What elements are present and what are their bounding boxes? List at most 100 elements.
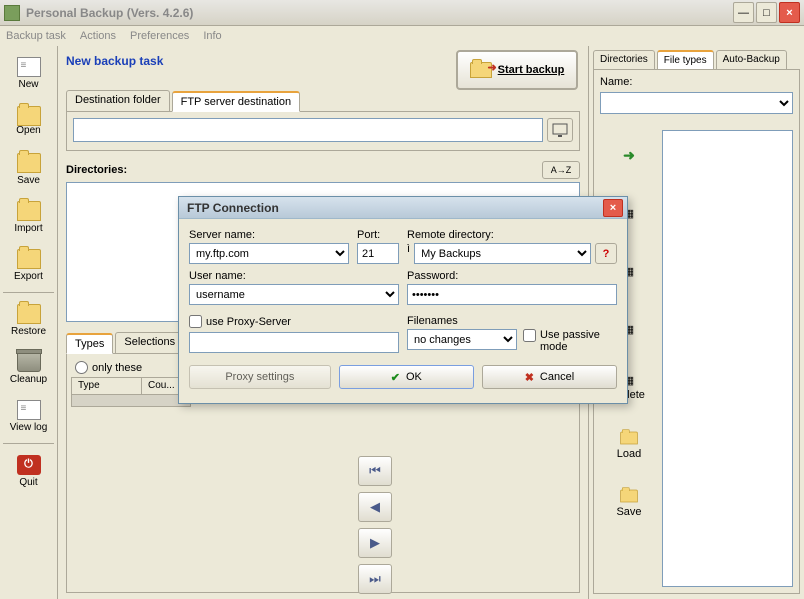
tab-ftp-destination[interactable]: FTP server destination	[172, 91, 300, 112]
right-list[interactable]	[662, 130, 793, 587]
filenames-select[interactable]: no changes	[407, 329, 517, 350]
close-button[interactable]: ×	[779, 2, 800, 23]
first-button[interactable]: ⏮	[358, 456, 392, 486]
table-row[interactable]	[71, 395, 191, 407]
open-button[interactable]: ▼ Open	[7, 98, 51, 144]
cleanup-button[interactable]: Cleanup	[7, 345, 51, 391]
dialog-close-button[interactable]: ×	[603, 199, 623, 217]
app-icon	[4, 5, 20, 21]
menu-backup-task[interactable]: Backup task	[6, 30, 66, 42]
remote-select[interactable]: My Backups	[414, 243, 591, 264]
right-save-button[interactable]: Save	[605, 478, 653, 528]
server-label: Server name:	[189, 229, 349, 241]
export-icon	[17, 249, 41, 269]
sort-az-button[interactable]: A→Z	[542, 161, 580, 179]
viewlog-icon	[17, 400, 41, 420]
start-backup-label: Start backup	[498, 64, 565, 76]
save-label: Save	[17, 175, 40, 186]
window-title: Personal Backup (Vers. 4.2.6)	[26, 6, 733, 20]
quit-icon: ⏻	[17, 455, 41, 475]
right-name-label: Name:	[600, 76, 793, 88]
password-input[interactable]	[407, 284, 617, 305]
proxy-input[interactable]	[189, 332, 399, 353]
cancel-label: Cancel	[540, 371, 574, 383]
x-icon: ✖	[525, 371, 534, 384]
check-icon: ✔	[391, 371, 400, 384]
viewlog-button[interactable]: View log	[7, 393, 51, 439]
start-backup-icon: ➜	[470, 62, 492, 78]
ok-button[interactable]: ✔ OK	[339, 365, 474, 389]
import-icon	[17, 201, 41, 221]
last-button[interactable]: ⏭	[358, 564, 392, 594]
ftp-connection-dialog: FTP Connection × Server name: my.ftp.com…	[178, 196, 628, 404]
only-these-label: only these	[92, 362, 142, 374]
start-backup-button[interactable]: ➜ Start backup	[456, 50, 578, 90]
viewlog-label: View log	[10, 422, 48, 433]
export-button[interactable]: Export	[7, 242, 51, 288]
next-icon: ▶	[370, 535, 380, 551]
cleanup-label: Cleanup	[10, 374, 47, 385]
passive-checkbox[interactable]	[523, 329, 536, 342]
new-label: New	[18, 79, 38, 90]
load-icon	[620, 432, 638, 445]
right-name-select[interactable]	[600, 92, 793, 114]
menu-actions[interactable]: Actions	[80, 30, 116, 42]
only-these-radio[interactable]	[75, 361, 88, 374]
tab-selections[interactable]: Selections	[115, 332, 184, 353]
titlebar: Personal Backup (Vers. 4.2.6) — □ ×	[0, 0, 804, 26]
rtab-directories[interactable]: Directories	[593, 50, 655, 69]
minimize-button[interactable]: —	[733, 2, 754, 23]
next-button[interactable]: ▶	[358, 528, 392, 558]
restore-label: Restore	[11, 326, 46, 337]
tab-types[interactable]: Types	[66, 333, 113, 354]
left-toolbar: New ▼ Open Save Import Export Restore Cl…	[0, 46, 58, 599]
prev-icon: ◀	[370, 499, 380, 515]
first-icon: ⏮	[369, 463, 381, 479]
right-load-label: Load	[617, 448, 641, 460]
cancel-button[interactable]: ✖ Cancel	[482, 365, 617, 389]
destination-input[interactable]	[73, 118, 543, 142]
menubar: Backup task Actions Preferences Info	[0, 26, 804, 46]
open-icon	[17, 106, 41, 126]
open-label: Open	[16, 125, 40, 136]
right-load-button[interactable]: Load	[605, 420, 653, 470]
col-count[interactable]: Cou...	[142, 378, 182, 394]
last-icon: ⏭	[369, 571, 381, 587]
prev-button[interactable]: ◀	[358, 492, 392, 522]
proxy-checkbox[interactable]	[189, 315, 202, 328]
tab-destination-folder[interactable]: Destination folder	[66, 90, 170, 111]
restore-button[interactable]: Restore	[7, 297, 51, 343]
arrow-icon: ➜	[623, 147, 635, 164]
trash-icon	[17, 352, 41, 372]
menu-preferences[interactable]: Preferences	[130, 30, 189, 42]
port-input[interactable]	[357, 243, 399, 264]
new-icon	[17, 57, 41, 77]
destination-panel	[66, 111, 580, 151]
import-button[interactable]: Import	[7, 194, 51, 240]
menu-info[interactable]: Info	[203, 30, 221, 42]
user-label: User name:	[189, 270, 399, 282]
remote-label: Remote directory:	[407, 229, 617, 241]
port-label: Port:	[357, 229, 399, 241]
maximize-button[interactable]: □	[756, 2, 777, 23]
proxy-label: use Proxy-Server	[206, 316, 291, 328]
save-button[interactable]: Save	[7, 146, 51, 192]
dialog-title: FTP Connection	[187, 201, 603, 215]
quit-button[interactable]: ⏻ Quit	[7, 448, 51, 494]
import-label: Import	[14, 223, 42, 234]
save-icon	[620, 490, 638, 503]
quit-label: Quit	[19, 477, 37, 488]
new-button[interactable]: New	[7, 50, 51, 96]
help-button[interactable]: ?	[595, 243, 617, 264]
user-select[interactable]: username	[189, 284, 399, 305]
directories-label: Directories:	[66, 164, 127, 176]
proxy-settings-label: Proxy settings	[225, 371, 294, 383]
right-btn-1[interactable]: ➜	[605, 130, 653, 180]
rtab-autobackup[interactable]: Auto-Backup	[716, 50, 787, 69]
ftp-settings-button[interactable]	[547, 118, 573, 142]
col-type[interactable]: Type	[72, 378, 142, 394]
server-select[interactable]: my.ftp.com	[189, 243, 349, 264]
rtab-filetypes[interactable]: File types	[657, 50, 714, 69]
proxy-settings-button[interactable]: Proxy settings	[189, 365, 331, 389]
right-save-label: Save	[616, 506, 641, 518]
